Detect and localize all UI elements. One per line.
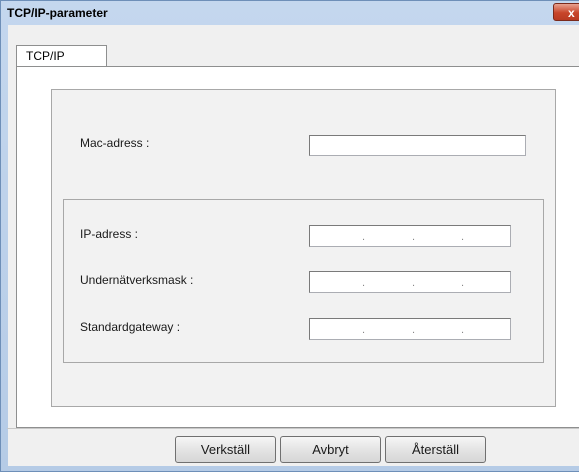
default-gateway-field[interactable]: . . . <box>309 318 511 340</box>
ip-separator: . <box>461 231 465 243</box>
apply-button[interactable]: Verkställ <box>175 436 276 463</box>
mac-address-field[interactable] <box>309 135 526 156</box>
subnet-mask-field[interactable]: . . . <box>309 271 511 293</box>
cancel-button[interactable]: Avbryt <box>280 436 381 463</box>
default-gateway-label: Standardgateway : <box>80 320 181 334</box>
window-title: TCP/IP-parameter <box>7 6 108 20</box>
ip-separator: . <box>461 277 465 289</box>
ip-separator: . <box>362 324 366 336</box>
close-icon: x <box>568 6 575 20</box>
ip-separator: . <box>362 231 366 243</box>
ip-separator: . <box>362 277 366 289</box>
tab-tcpip-label: TCP/IP <box>26 49 65 63</box>
ip-separator: . <box>412 277 416 289</box>
title-bar[interactable]: TCP/IP-parameter x <box>1 1 579 25</box>
ip-address-field[interactable]: . . . <box>309 225 511 247</box>
ip-separator: . <box>461 324 465 336</box>
tab-tcpip[interactable]: TCP/IP <box>16 45 107 67</box>
ip-separator: . <box>412 324 416 336</box>
ip-address-label: IP-adress : <box>80 227 139 241</box>
mac-address-label: Mac-adress : <box>80 136 150 150</box>
reset-button[interactable]: Återställ <box>385 436 486 463</box>
ip-separator: . <box>412 231 416 243</box>
close-button[interactable]: x <box>553 3 579 21</box>
subnet-mask-label: Undernätverksmask : <box>80 273 194 287</box>
button-divider <box>7 428 579 429</box>
